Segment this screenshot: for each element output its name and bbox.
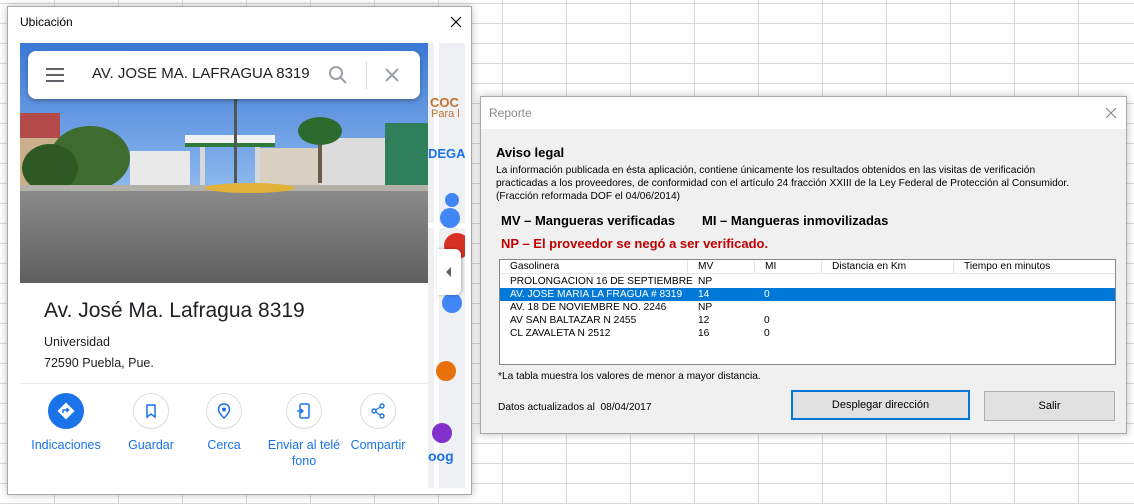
nearby-button[interactable]: Cerca	[184, 393, 264, 453]
table-header: Gasolinera MV MI Distancia en Km Tiempo …	[500, 260, 1115, 274]
data-updated-date: 08/04/2017	[600, 402, 652, 413]
legal-text: La información publicada en ésta aplicac…	[496, 164, 1116, 203]
cell-mi: 0	[764, 289, 770, 300]
legend-mi: MI – Mangueras inmovilizadas	[702, 213, 889, 228]
cell-gasolinera: AV. 18 DE NOVIEMBRE NO. 2246	[510, 302, 667, 313]
maps-search-box[interactable]: AV. JOSE MA. LAFRAGUA 8319	[28, 51, 420, 99]
search-icon[interactable]	[326, 63, 350, 87]
table-row-selected[interactable]: AV. JOSE MARIA LA FRAGUA # 8319 14 0	[500, 288, 1115, 301]
table-row[interactable]: CL ZAVALETA N 2512 16 0	[500, 327, 1115, 340]
directions-label: Indicaciones	[31, 438, 101, 452]
reporte-titlebar: Reporte	[481, 97, 1126, 129]
save-label: Guardar	[128, 438, 174, 452]
send-to-phone-label-line1: Enviar al telé	[267, 438, 341, 452]
share-button[interactable]: Compartir	[338, 393, 418, 453]
map-pin-icon[interactable]	[445, 193, 459, 207]
map-pin-icon[interactable]	[442, 293, 462, 313]
place-neighborhood: Universidad	[44, 335, 111, 349]
nearby-icon	[217, 403, 231, 420]
table-row[interactable]: AV. 18 DE NOVIEMBRE NO. 2246 NP	[500, 301, 1115, 314]
legal-heading: Aviso legal	[496, 145, 565, 160]
place-title: Av. José Ma. Lafragua 8319	[44, 299, 305, 322]
column-header-gasolinera[interactable]: Gasolinera	[500, 260, 688, 274]
collapse-panel-button[interactable]	[437, 249, 461, 295]
reporte-window: Reporte Aviso legal La información publi…	[480, 96, 1127, 434]
directions-circle[interactable]	[48, 393, 84, 429]
data-updated: Datos actualizados al 08/04/2017	[498, 402, 652, 413]
google-maps-panel: AV. JOSE MA. LAFRAGUA 8319 Av. José Ma. …	[20, 43, 465, 488]
cell-gasolinera: AV. JOSE MARIA LA FRAGUA # 8319	[510, 289, 683, 300]
send-to-phone-circle[interactable]	[286, 393, 322, 429]
info-divider	[20, 383, 428, 384]
cell-mv: 12	[698, 315, 710, 326]
gas-stations-table[interactable]: Gasolinera MV MI Distancia en Km Tiempo …	[499, 259, 1116, 365]
send-to-phone-icon	[297, 403, 310, 419]
column-header-distancia[interactable]: Distancia en Km	[822, 260, 954, 274]
table-row[interactable]: PROLONGACION 16 DE SEPTIEMBRE NP	[500, 275, 1115, 288]
reporte-close-button[interactable]	[1096, 97, 1126, 129]
column-header-mi[interactable]: MI	[755, 260, 822, 274]
map-pin-icon[interactable]	[432, 423, 452, 443]
search-divider	[366, 61, 367, 89]
exit-button[interactable]: Salir	[984, 391, 1115, 421]
send-to-phone-button[interactable]: Enviar al telé fono	[261, 393, 347, 469]
cell-mi: 0	[764, 315, 770, 326]
legend-np: NP – El proveedor se negó a ser verifica…	[501, 236, 769, 251]
save-circle[interactable]	[133, 393, 169, 429]
cell-mv: NP	[698, 302, 713, 313]
cell-mv: 14	[698, 289, 710, 300]
legal-text-line: (Fracción reformada DOF el 04/06/2014)	[496, 191, 681, 202]
legal-text-line: practicadas a los proveedores, de confor…	[496, 178, 1070, 189]
google-logo-partial: oog	[428, 448, 454, 464]
cell-mv: 16	[698, 328, 710, 339]
nearby-circle[interactable]	[206, 393, 242, 429]
cell-gasolinera: PROLONGACION 16 DE SEPTIEMBRE	[510, 276, 693, 287]
legend-mv: MV – Mangueras verificadas	[501, 213, 676, 228]
table-row[interactable]: AV SAN BALTAZAR N 2455 12 0	[500, 314, 1115, 327]
place-actions: Indicaciones Guardar Cerca Enviar al tel…	[20, 393, 428, 488]
directions-icon	[57, 402, 75, 420]
chevron-left-icon	[446, 267, 451, 277]
search-query-text[interactable]: AV. JOSE MA. LAFRAGUA 8319	[92, 65, 310, 82]
map-pin-icon[interactable]	[440, 208, 460, 228]
show-address-button[interactable]: Desplegar dirección	[791, 390, 970, 420]
street-view-photo[interactable]: AV. JOSE MA. LAFRAGUA 8319	[20, 43, 428, 283]
send-to-phone-label-line2: fono	[291, 454, 317, 468]
map-pin-icon[interactable]	[436, 361, 456, 381]
menu-icon[interactable]	[44, 65, 68, 85]
ubicacion-window-title: Ubicación	[20, 15, 73, 29]
bookmark-icon	[146, 404, 156, 419]
ubicacion-window: Ubicación AV. JOSE MA. LAFRAGUA 8319 Av.…	[7, 6, 472, 495]
share-icon	[371, 403, 385, 419]
share-circle[interactable]	[360, 393, 396, 429]
table-note: *La tabla muestra los valores de menor a…	[498, 371, 761, 382]
reporte-window-title: Reporte	[489, 106, 532, 120]
cell-gasolinera: CL ZAVALETA N 2512	[510, 328, 611, 339]
map-label-para: Para l	[431, 108, 460, 120]
column-header-tiempo[interactable]: Tiempo en minutos	[954, 260, 1117, 274]
share-label: Compartir	[350, 438, 406, 452]
close-icon	[450, 16, 462, 28]
cell-gasolinera: AV SAN BALTAZAR N 2455	[510, 315, 637, 326]
map-label-dega: DEGA	[428, 146, 465, 161]
legal-text-line: La información publicada en ésta aplicac…	[496, 165, 1036, 176]
save-button[interactable]: Guardar	[111, 393, 191, 453]
data-updated-label: Datos actualizados al	[498, 402, 595, 413]
nearby-label: Cerca	[207, 438, 241, 452]
place-postal-city: 72590 Puebla, Pue.	[44, 356, 154, 370]
ubicacion-close-button[interactable]	[441, 7, 471, 37]
ubicacion-titlebar: Ubicación	[8, 7, 471, 37]
clear-search-icon[interactable]	[380, 63, 404, 87]
close-icon	[1105, 107, 1117, 119]
place-info: Av. José Ma. Lafragua 8319 Universidad 7…	[20, 283, 428, 383]
cell-mv: NP	[698, 276, 713, 287]
column-header-mv[interactable]: MV	[688, 260, 755, 274]
cell-mi: 0	[764, 328, 770, 339]
directions-button[interactable]: Indicaciones	[26, 393, 106, 453]
